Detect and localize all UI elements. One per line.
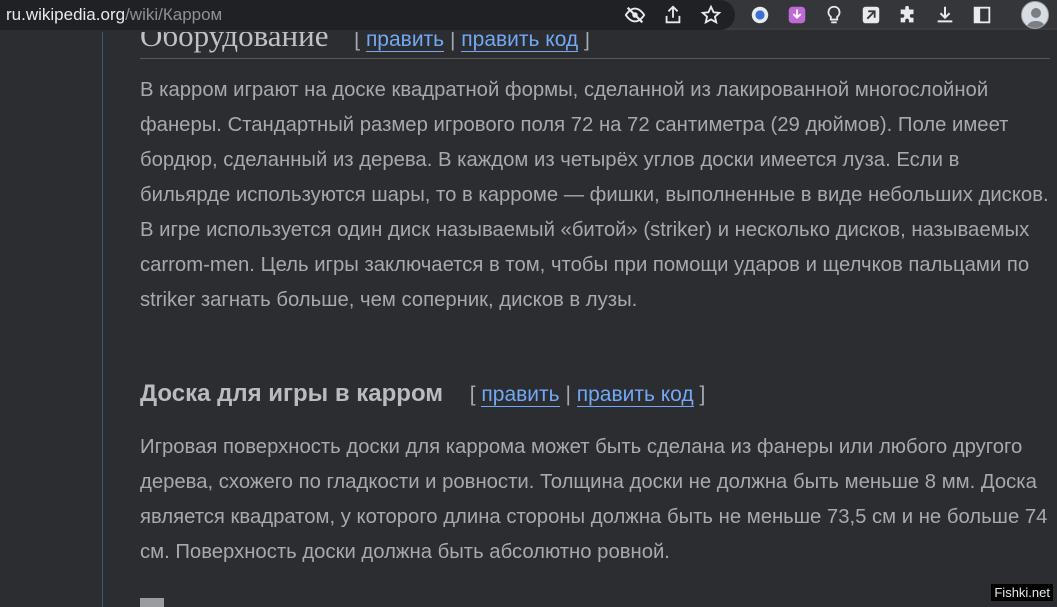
- paragraph-board: Игровая поверхность доски для каррома мо…: [140, 436, 1048, 563]
- page-left-margin: [0, 32, 103, 607]
- section-heading: Оборудование [ править | править код ]: [140, 32, 590, 54]
- url-path: /wiki/Карром: [125, 5, 223, 24]
- browser-toolbar: ru.wikipedia.org/wiki/Карром: [0, 0, 1057, 30]
- bracket-open: [: [469, 383, 476, 406]
- watermark: Fishki.net: [991, 584, 1053, 601]
- sidepanel-icon[interactable]: [970, 3, 994, 27]
- subsection-edit-code-link[interactable]: править код: [576, 383, 694, 407]
- profile-avatar[interactable]: [1021, 1, 1049, 29]
- eye-off-icon[interactable]: [623, 3, 647, 27]
- edit-link[interactable]: править: [365, 32, 445, 52]
- edit-separator: |: [449, 32, 456, 51]
- paragraph-equipment: В карром играют на доске квадратной форм…: [140, 79, 1049, 311]
- edit-separator: |: [565, 383, 571, 406]
- url-host: ru.wikipedia.org: [6, 5, 126, 24]
- subsection-edit-links: [ править | править код ]: [469, 383, 706, 407]
- section-edit-links: [ править | править код ]: [354, 32, 590, 52]
- download-icon[interactable]: [933, 3, 957, 27]
- edit-code-link[interactable]: править код: [461, 32, 579, 52]
- bracket-open: [: [354, 32, 361, 51]
- article-content: Оборудование [ править | править код ] В…: [103, 32, 1057, 607]
- heading-divider: [140, 58, 1050, 59]
- subsection-title: Доска для игры в карром: [140, 380, 444, 407]
- url-text[interactable]: ru.wikipedia.org/wiki/Карром: [6, 5, 222, 25]
- shield-extension-icon[interactable]: [859, 3, 883, 27]
- share-icon[interactable]: [661, 3, 685, 27]
- circle-extension-icon[interactable]: [748, 3, 772, 27]
- next-heading-fragment: [140, 598, 164, 607]
- download-manager-extension-icon[interactable]: [785, 3, 809, 27]
- subsection-heading: Доска для игры в карром [ править | прав…: [140, 380, 705, 408]
- address-bar[interactable]: ru.wikipedia.org/wiki/Карром: [0, 0, 735, 30]
- star-icon[interactable]: [699, 3, 723, 27]
- bracket-close: ]: [584, 32, 590, 51]
- section-title: Оборудование: [140, 32, 329, 53]
- omnibox-actions: [623, 3, 723, 27]
- puzzle-icon[interactable]: [896, 3, 920, 27]
- subsection-edit-link[interactable]: править: [481, 383, 560, 407]
- bracket-close: ]: [699, 383, 706, 406]
- extension-icons: [748, 3, 994, 27]
- lightbulb-icon[interactable]: [822, 3, 846, 27]
